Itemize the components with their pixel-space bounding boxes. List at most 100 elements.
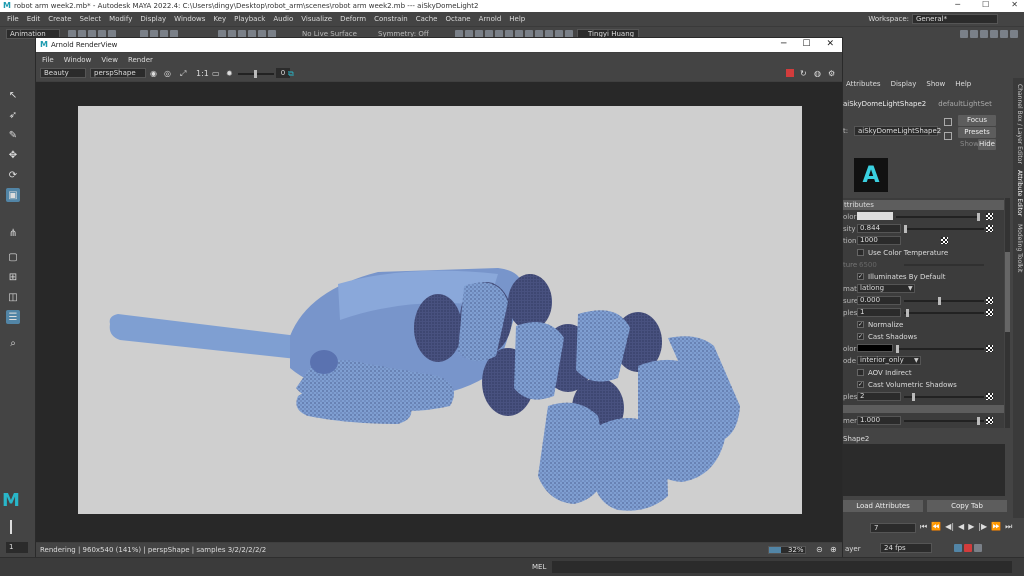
map-button-icon[interactable] bbox=[986, 417, 993, 424]
camera-slider[interactable] bbox=[904, 420, 984, 422]
last-tool-icon[interactable]: ⋔ bbox=[6, 226, 20, 240]
settings-gear-icon[interactable]: ⚙ bbox=[828, 69, 835, 78]
panel-toggle-5-icon[interactable] bbox=[1000, 30, 1008, 38]
menu-display[interactable]: Display bbox=[140, 15, 166, 23]
map-button-icon[interactable] bbox=[986, 309, 993, 316]
slider-knob[interactable] bbox=[977, 213, 980, 221]
panel-toggle-6-icon[interactable] bbox=[1010, 30, 1018, 38]
play-back-icon[interactable]: ◀ bbox=[958, 522, 964, 532]
menu-playback[interactable]: Playback bbox=[234, 15, 265, 23]
four-view-icon[interactable]: ⊞ bbox=[6, 270, 20, 284]
paint-select-icon[interactable]: ✎ bbox=[6, 128, 20, 142]
go-to-end-icon[interactable]: ⏭ bbox=[1005, 522, 1012, 532]
menu-create[interactable]: Create bbox=[48, 15, 71, 23]
normalize-checkbox[interactable]: ✓ bbox=[857, 321, 864, 328]
vol-samples-field[interactable]: 2 bbox=[857, 392, 901, 401]
anim-prefs-icon[interactable] bbox=[974, 544, 982, 552]
ratio-label[interactable]: 1:1 bbox=[196, 69, 209, 78]
map-button-icon[interactable] bbox=[986, 225, 993, 232]
move-tool-icon[interactable]: ✥ bbox=[6, 148, 20, 162]
menu-audio[interactable]: Audio bbox=[273, 15, 293, 23]
outliner-layout-icon[interactable]: ☰ bbox=[6, 310, 20, 324]
menu-octane[interactable]: Octane bbox=[445, 15, 470, 23]
minimize-icon[interactable]: ─ bbox=[781, 39, 786, 49]
rotate-tool-icon[interactable]: ⟳ bbox=[6, 168, 20, 182]
cast-vol-shadows-checkbox[interactable]: ✓ bbox=[857, 381, 864, 388]
ae-menu-show[interactable]: Show bbox=[926, 80, 945, 88]
fit-view-icon[interactable]: ⤢ bbox=[180, 69, 186, 79]
ae-menu-attributes[interactable]: Attributes bbox=[846, 80, 881, 88]
slider-knob[interactable] bbox=[906, 309, 909, 317]
menu-cache[interactable]: Cache bbox=[416, 15, 438, 23]
select-tool-icon[interactable]: ↖ bbox=[6, 88, 20, 102]
map-button-icon[interactable] bbox=[986, 393, 993, 400]
menu-windows[interactable]: Windows bbox=[174, 15, 205, 23]
aov-dropdown[interactable]: Beauty bbox=[40, 68, 86, 78]
scale-tool-icon[interactable]: ▣ bbox=[6, 188, 20, 202]
illuminates-checkbox[interactable]: ✓ bbox=[857, 273, 864, 280]
step-back-key-icon[interactable]: ⏪ bbox=[931, 522, 941, 532]
tab-default-light-set[interactable]: defaultLightSet bbox=[938, 100, 992, 108]
range-start-field[interactable]: 1 bbox=[6, 542, 28, 553]
ae-menu-display[interactable]: Display bbox=[891, 80, 917, 88]
camera-dropdown[interactable]: perspShape bbox=[90, 68, 146, 78]
shadow-color-slider[interactable] bbox=[896, 348, 984, 350]
slider-knob[interactable] bbox=[896, 345, 899, 353]
copy-tab-button[interactable]: Copy Tab bbox=[927, 500, 1007, 512]
fps-dropdown[interactable]: 24 fps bbox=[880, 543, 932, 553]
zoom-reset-icon[interactable]: ⊝ bbox=[816, 545, 823, 554]
tab-attribute-editor[interactable]: Attribute Editor bbox=[1014, 170, 1023, 216]
map-button-icon[interactable] bbox=[986, 213, 993, 220]
vol-samples-slider[interactable] bbox=[904, 396, 984, 398]
crop-region-icon[interactable]: ▭ bbox=[212, 69, 220, 78]
workspace-dropdown[interactable]: General* bbox=[912, 14, 998, 24]
resolution-field[interactable]: 1000 bbox=[857, 236, 901, 245]
presets-button[interactable]: Presets bbox=[958, 127, 996, 138]
slider-knob[interactable] bbox=[254, 70, 257, 78]
minimize-icon[interactable]: ─ bbox=[955, 0, 960, 9]
show-button[interactable]: Show bbox=[960, 140, 979, 148]
tab-skydome-shape[interactable]: aiSkyDomeLightShape2 bbox=[843, 100, 926, 108]
refresh-icon[interactable]: ↻ bbox=[800, 69, 807, 78]
time-cursor[interactable] bbox=[10, 520, 12, 534]
cast-shadows-checkbox[interactable]: ✓ bbox=[857, 333, 864, 340]
step-forward-frame-icon[interactable]: |▶ bbox=[978, 522, 987, 532]
exposure-icon[interactable]: ✹ bbox=[226, 69, 233, 78]
color-slider[interactable] bbox=[896, 216, 980, 218]
arnold-menu-render[interactable]: Render bbox=[128, 56, 153, 64]
intensity-slider[interactable] bbox=[904, 228, 984, 230]
tab-channel-box[interactable]: Channel Box / Layer Editor bbox=[1014, 84, 1023, 164]
portal-mode-dropdown[interactable]: interior_only bbox=[857, 356, 921, 365]
display-mode-icon[interactable]: ◎ bbox=[164, 69, 171, 78]
close-icon[interactable]: ✕ bbox=[826, 39, 834, 49]
shadow-color-swatch[interactable] bbox=[857, 344, 893, 352]
exposure-slider[interactable] bbox=[904, 300, 984, 302]
zoom-fit-icon[interactable]: ⊕ bbox=[830, 545, 837, 554]
close-icon[interactable]: ✕ bbox=[1011, 0, 1018, 9]
step-back-frame-icon[interactable]: ◀| bbox=[945, 522, 954, 532]
menu-arnold[interactable]: Arnold bbox=[479, 15, 502, 23]
panel-toggle-4-icon[interactable] bbox=[990, 30, 998, 38]
menu-modify[interactable]: Modify bbox=[109, 15, 132, 23]
hide-button[interactable]: Hide bbox=[978, 139, 996, 150]
color-swatch[interactable] bbox=[857, 212, 893, 220]
node-name-field[interactable]: aiSkyDomeLightShape2 bbox=[854, 126, 941, 136]
aov-indirect-checkbox[interactable] bbox=[857, 369, 864, 376]
format-dropdown[interactable]: latlong bbox=[857, 284, 915, 293]
mel-label[interactable]: MEL bbox=[532, 563, 546, 571]
samples-field[interactable]: 1 bbox=[857, 308, 901, 317]
current-frame-field[interactable]: 7 bbox=[870, 523, 916, 533]
menu-visualize[interactable]: Visualize bbox=[301, 15, 332, 23]
ipr-icon[interactable]: ◍ bbox=[814, 69, 821, 78]
slider-knob[interactable] bbox=[938, 297, 941, 305]
tab-modeling-toolkit[interactable]: Modeling Toolkit bbox=[1014, 224, 1023, 272]
section-header[interactable]: ttributes bbox=[840, 200, 1004, 210]
map-button-icon[interactable] bbox=[986, 297, 993, 304]
map-button-icon[interactable] bbox=[986, 345, 993, 352]
arnold-menu-window[interactable]: Window bbox=[64, 56, 92, 64]
lasso-tool-icon[interactable]: ➶ bbox=[6, 108, 20, 122]
menu-file[interactable]: File bbox=[7, 15, 19, 23]
single-view-icon[interactable]: ▢ bbox=[6, 250, 20, 264]
samples-slider[interactable] bbox=[904, 312, 984, 314]
notes-area[interactable] bbox=[843, 444, 1005, 496]
